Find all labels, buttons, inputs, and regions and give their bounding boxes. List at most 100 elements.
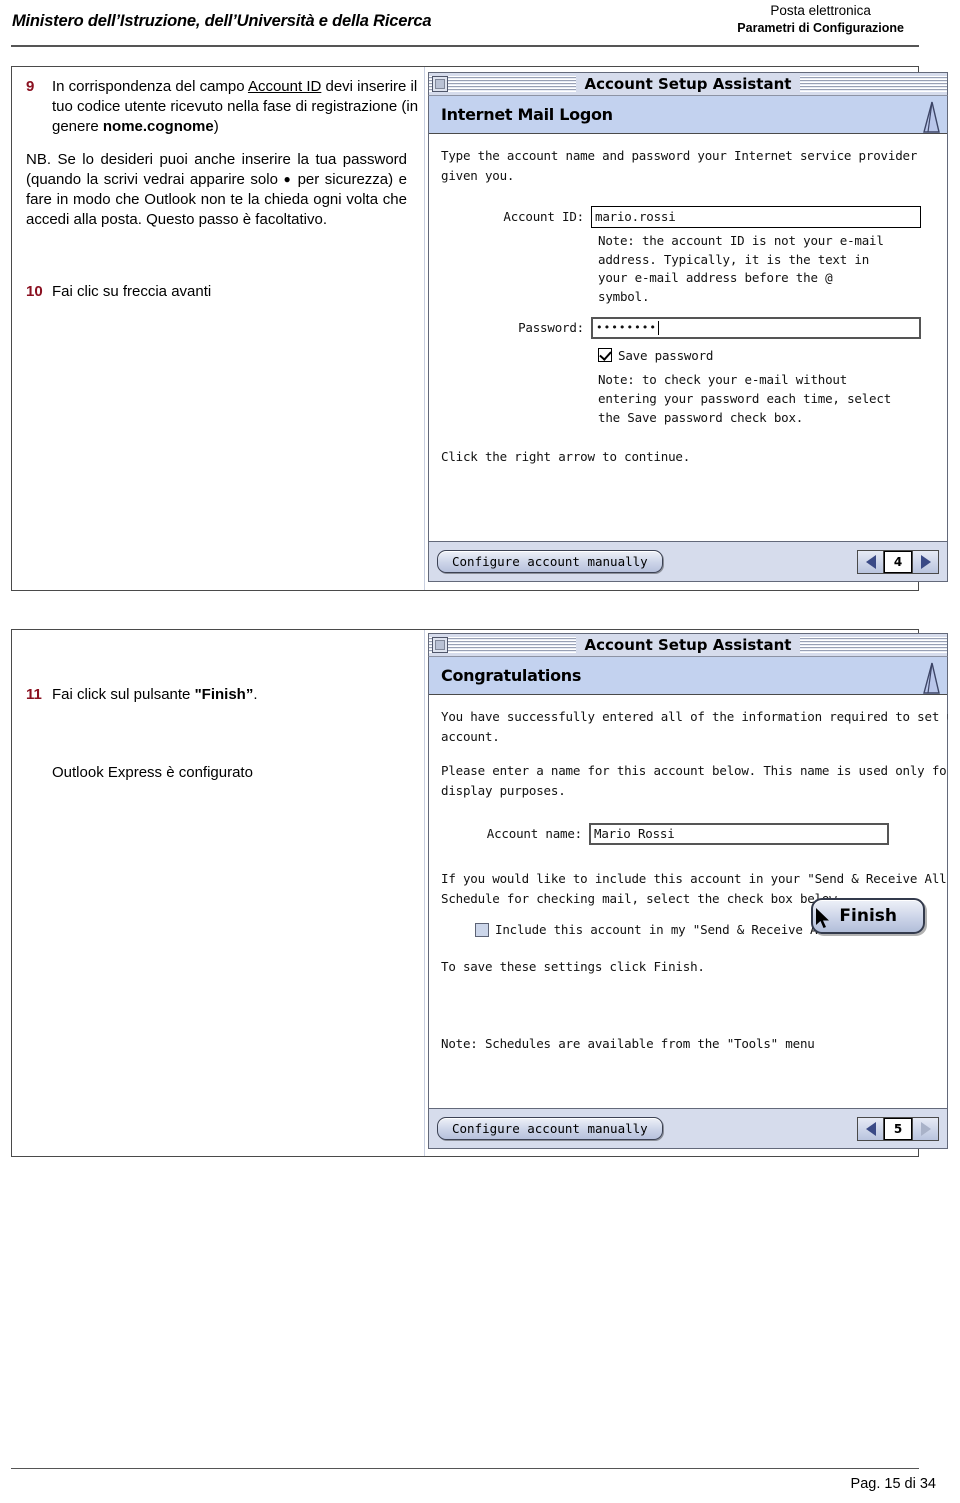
- step-9-underlined: Account ID: [247, 78, 322, 95]
- window-banner-1: Internet Mail Logon: [429, 96, 947, 134]
- page-indicator-1: 4: [884, 550, 912, 573]
- window-banner-2: Congratulations: [429, 657, 947, 695]
- account-setup-assistant-window-2[interactable]: Account Setup Assistant Congratulations …: [428, 633, 948, 1149]
- account-setup-assistant-window-1[interactable]: Account Setup Assistant Internet Mail Lo…: [428, 72, 948, 582]
- next-page-button-2: [912, 1117, 938, 1140]
- password-value: ••••••••: [596, 321, 657, 335]
- account-id-input[interactable]: mario.rossi: [591, 205, 921, 228]
- close-box-icon-2[interactable]: [432, 637, 448, 653]
- step-9-note: NB. Se lo desideri puoi anche inserire l…: [26, 150, 407, 230]
- password-input[interactable]: ••••••••: [591, 316, 921, 339]
- password-note-line3: the Save password check box.: [598, 409, 804, 425]
- window-titlebar-2[interactable]: Account Setup Assistant: [428, 633, 948, 656]
- password-note: Note: to check your e-mail without enter…: [598, 371, 937, 427]
- right-triangle-icon-1: [920, 554, 931, 569]
- window-titlebar-1[interactable]: Account Setup Assistant: [428, 72, 948, 95]
- account-id-row: Account ID: mario.rossi: [441, 205, 937, 228]
- step-9-text: In corrispondenza del campo Account ID d…: [52, 77, 421, 137]
- account-id-label: Account ID:: [503, 209, 584, 225]
- save-hint: To save these settings click Finish.: [441, 958, 705, 974]
- closing-text: Outlook Express è configurato: [52, 763, 253, 781]
- step-10-number: 10: [26, 282, 43, 300]
- password-note-line1: Note: to check your e-mail without: [598, 372, 848, 388]
- footer-divider: [11, 1468, 919, 1469]
- page-nav-group-2[interactable]: 5: [857, 1116, 939, 1141]
- next-page-button-1[interactable]: [912, 550, 938, 573]
- password-label: Password:: [518, 320, 584, 336]
- instructions-column-1: 9 In corrispondenza del campo Account ID…: [26, 77, 421, 304]
- page-nav-group-1[interactable]: 4: [857, 549, 939, 574]
- step-11: 11 Fai click sul pulsante "Finish”.: [26, 685, 421, 705]
- password-row: Password: ••••••••: [441, 316, 937, 339]
- account-name-input[interactable]: Mario Rossi: [589, 822, 889, 845]
- previous-page-button-1[interactable]: [858, 550, 884, 573]
- account-name-row: Account name: Mario Rossi: [441, 822, 937, 845]
- document-subject-line1: Posta elettronica: [770, 3, 871, 18]
- password-note-line2: entering your password each time, select: [598, 390, 892, 406]
- window-title-1: Account Setup Assistant: [575, 75, 801, 93]
- account-name-label: Account name:: [486, 825, 582, 841]
- instructions-column-2: 11 Fai click sul pulsante "Finish”. Outl…: [26, 685, 421, 783]
- assistant-flag-icon-1: [923, 101, 940, 133]
- ministry-title: Ministero dell’Istruzione, dell’Universi…: [12, 12, 432, 30]
- configure-manually-button-1[interactable]: Configure account manually: [437, 550, 663, 573]
- intro-line-1b: given you.: [441, 168, 515, 184]
- step-11-bold: "Finish”: [194, 686, 254, 703]
- step-11-text-b: .: [253, 686, 258, 703]
- step-9: 9 In corrispondenza del campo Account ID…: [26, 77, 421, 137]
- cell-2-divider: [424, 630, 425, 1156]
- congrats-line1: You have successfully entered all of the…: [441, 709, 948, 724]
- account-note-line2: address. Typically, it is the text in: [598, 251, 870, 267]
- name-prompt-line2: display purposes.: [441, 783, 566, 799]
- banner-title-1: Internet Mail Logon: [441, 105, 613, 124]
- assistant-flag-icon-2: [923, 662, 940, 694]
- continue-hint-1: Click the right arrow to continue.: [441, 449, 691, 465]
- window-content-2: You have successfully entered all of the…: [429, 695, 948, 1053]
- right-triangle-icon-2-disabled: [920, 1121, 931, 1136]
- configure-manually-button-2[interactable]: Configure account manually: [437, 1117, 663, 1140]
- step-9-number: 9: [26, 78, 35, 95]
- step-9-text-c: ): [213, 117, 219, 135]
- account-note-line1: Note: the account ID is not your e-mail: [598, 232, 884, 248]
- step-11-text: Fai click sul pulsante "Finish”.: [52, 685, 421, 705]
- tools-note: Note: Schedules are available from the "…: [441, 1036, 815, 1051]
- save-password-label: Save password: [618, 347, 714, 363]
- intro-line-1a: Type the account name and password your …: [441, 148, 918, 163]
- schedule-line1: If you would like to include this accoun…: [441, 870, 948, 886]
- window-body-1: Internet Mail Logon Type the account nam…: [428, 95, 948, 582]
- step-9-text-a: In corrispondenza del campo: [52, 78, 248, 95]
- document-subject-line2: Parametri di Configurazione: [737, 21, 904, 36]
- left-triangle-icon-1: [865, 554, 876, 569]
- account-note-line4: symbol.: [598, 289, 650, 304]
- left-triangle-icon-2: [865, 1121, 876, 1136]
- window-title-2: Account Setup Assistant: [575, 636, 801, 654]
- step-11-number: 11: [26, 686, 42, 703]
- window-content-1: Type the account name and password your …: [429, 134, 947, 467]
- header-divider: [11, 45, 919, 47]
- window-body-2: Congratulations You have successfully en…: [428, 656, 948, 1149]
- banner-title-2: Congratulations: [441, 666, 582, 685]
- previous-page-button-2[interactable]: [858, 1117, 884, 1140]
- step-10: 10 Fai clic su freccia avanti: [26, 282, 421, 302]
- window-footer-2: Configure account manually 5: [429, 1108, 947, 1148]
- page-number-footer: Pag. 15 di 34: [850, 1476, 936, 1492]
- name-prompt-line1: Please enter a name for this account bel…: [441, 762, 947, 778]
- save-password-checkbox-row[interactable]: Save password: [598, 346, 937, 365]
- bullet-glyph: ●: [283, 171, 293, 186]
- step-10-text: Fai clic su freccia avanti: [52, 282, 212, 300]
- content-cell-step-11: 11 Fai click sul pulsante "Finish”. Outl…: [11, 629, 948, 1157]
- window-footer-1: Configure account manually 4: [429, 541, 947, 581]
- close-box-icon-1[interactable]: [432, 76, 448, 92]
- document-subject: Posta elettronica Parametri di Configura…: [737, 2, 904, 37]
- text-caret-icon: [657, 320, 659, 335]
- cell-1-divider: [424, 67, 425, 590]
- mouse-cursor-icon: [816, 908, 829, 928]
- account-note-line3: your e-mail address before the @: [598, 270, 833, 286]
- include-schedule-checkbox[interactable]: [475, 922, 489, 937]
- step-9-bold: nome.cognome: [102, 117, 214, 135]
- content-cell-step-9-10: 9 In corrispondenza del campo Account ID…: [11, 66, 948, 591]
- page-indicator-2: 5: [884, 1117, 912, 1140]
- save-password-checkbox[interactable]: [598, 348, 612, 363]
- congrats-line2: account.: [441, 729, 500, 745]
- step-11-text-a: Fai click sul pulsante: [52, 686, 195, 703]
